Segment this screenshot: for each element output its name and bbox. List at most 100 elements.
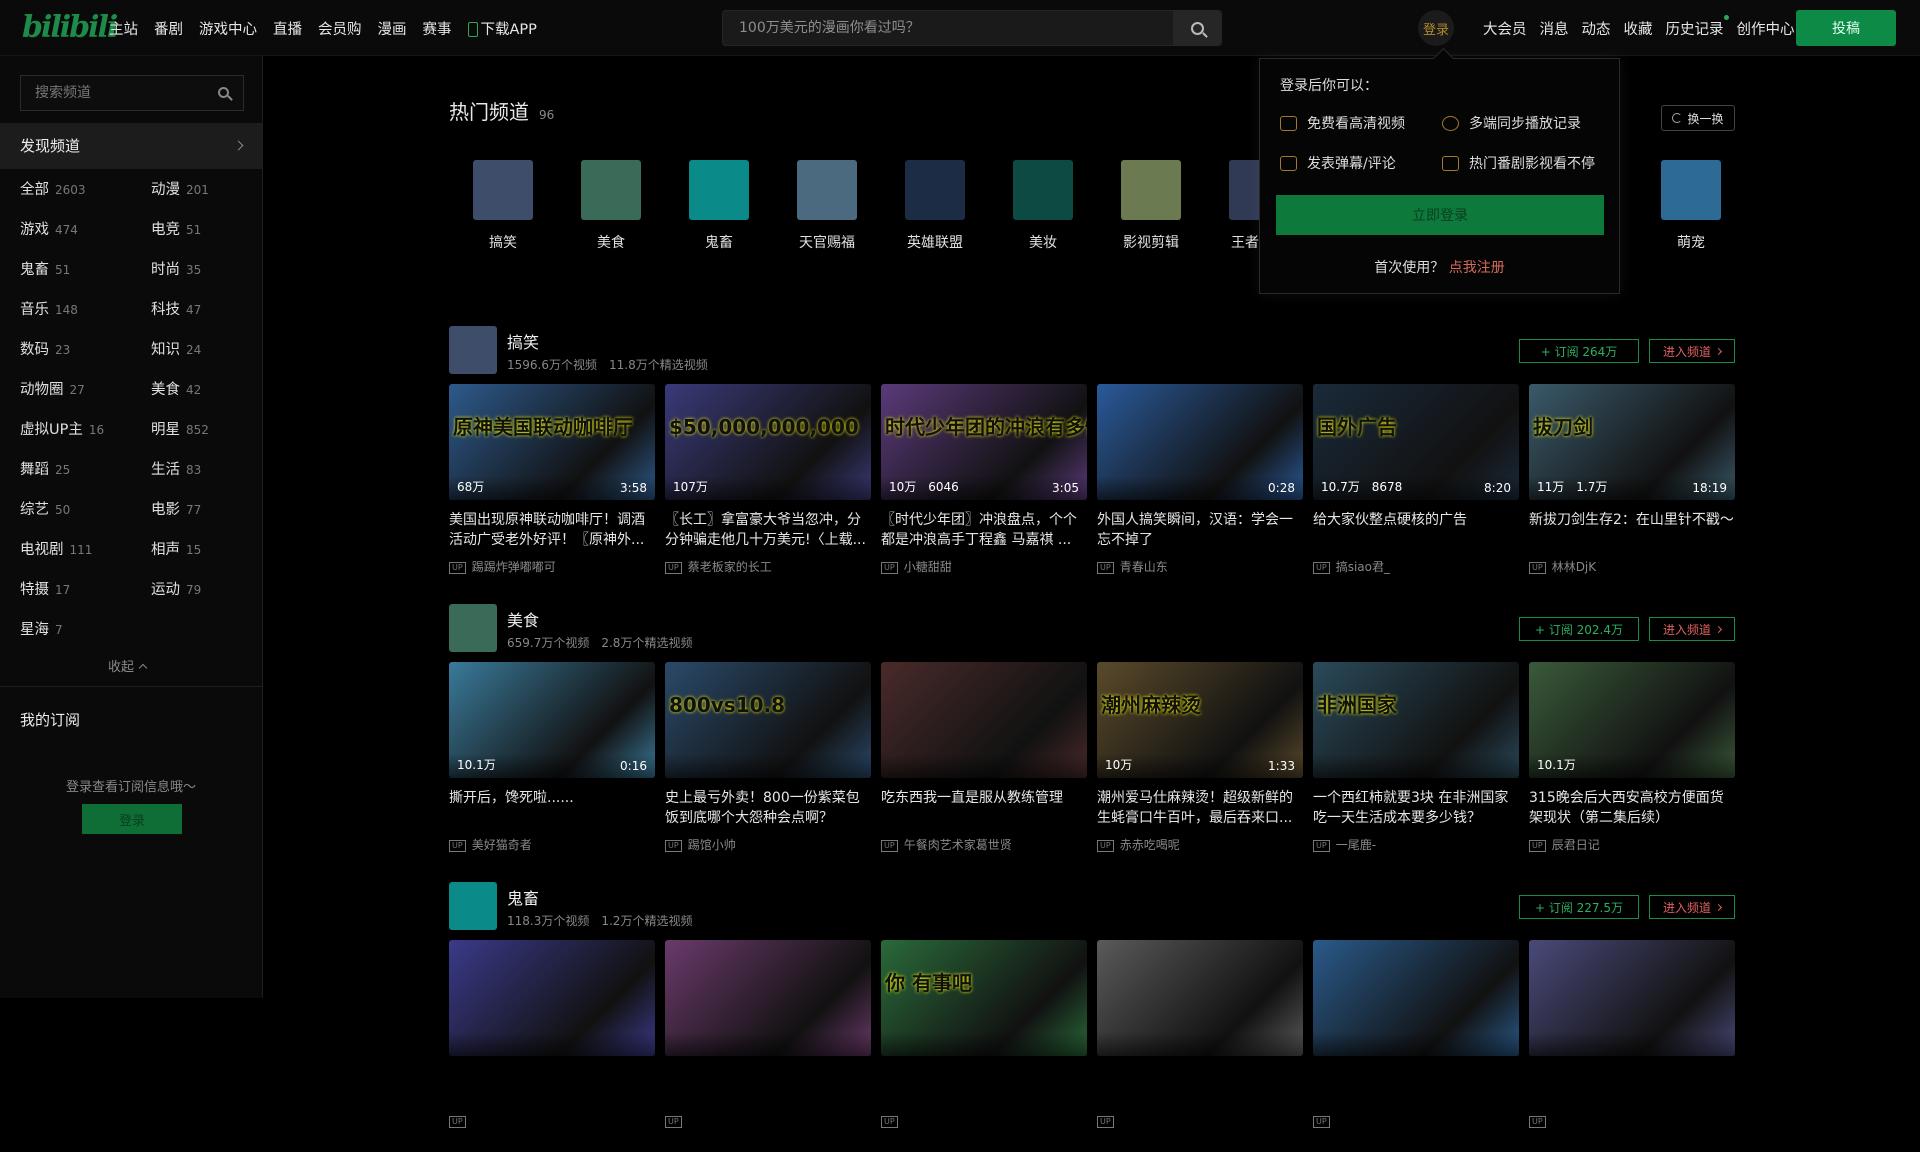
popup-login-button[interactable]: 立即登录	[1276, 195, 1604, 235]
video-uploader[interactable]: UP 林林DjK	[1529, 558, 1735, 575]
video-thumbnail[interactable]: $50,000,000,000 107万	[665, 384, 871, 500]
video-title[interactable]	[881, 1066, 1087, 1106]
nav-dynamics[interactable]: 动态	[1582, 18, 1611, 39]
video-card[interactable]: 非洲国家 一个西红柿就要3块 在非洲国家吃一天生活成本要多少钱？ UP 一尾鹿-	[1313, 662, 1519, 852]
section-title[interactable]: 搞笑	[507, 329, 539, 353]
video-title[interactable]	[1529, 1066, 1735, 1106]
video-title[interactable]: 外国人搞笑瞬间，汉语：学会一忘不掉了	[1097, 510, 1303, 550]
category-item[interactable]: 虚拟UP主 16	[20, 418, 104, 438]
channel-avatar[interactable]	[449, 882, 497, 930]
video-uploader[interactable]: UP	[1529, 1114, 1735, 1128]
search-icon[interactable]	[218, 87, 229, 98]
video-card[interactable]: UP	[1313, 940, 1519, 1128]
video-title[interactable]: 〖时代少年团〗冲浪盘点，个个都是冲浪高手丁程鑫 马嘉祺 ...	[881, 510, 1087, 550]
video-card[interactable]: UP	[1529, 940, 1735, 1128]
video-uploader[interactable]: UP 辰君日记	[1529, 836, 1735, 853]
subscribe-button[interactable]: + 订阅 227.5万	[1519, 895, 1639, 919]
channel-avatar[interactable]	[449, 326, 497, 374]
nav-game-center[interactable]: 游戏中心	[199, 18, 257, 39]
section-title[interactable]: 鬼畜	[507, 885, 539, 909]
video-thumbnail[interactable]	[1097, 940, 1303, 1056]
video-uploader[interactable]: UP 踢馆小帅	[665, 836, 871, 853]
category-item[interactable]: 动漫 201	[151, 178, 209, 198]
video-uploader[interactable]: UP 一尾鹿-	[1313, 836, 1519, 853]
channel-search-input[interactable]	[21, 76, 211, 110]
category-item[interactable]: 时尚 35	[151, 258, 201, 278]
nav-esports[interactable]: 赛事	[423, 18, 452, 39]
post-button[interactable]: 投稿	[1796, 10, 1896, 46]
video-card[interactable]: 10.1万 315晚会后大西安高校方便面货架现状（第二集后续） UP 辰君日记	[1529, 662, 1735, 852]
video-uploader[interactable]: UP 小糖甜甜	[881, 558, 1087, 575]
enter-channel-button[interactable]: 进入频道	[1649, 895, 1735, 919]
video-title[interactable]: 潮州爱马仕麻辣烫！超级新鲜的生蚝膏口牛百叶，最后吞来口...	[1097, 788, 1303, 828]
video-title[interactable]	[1097, 1066, 1303, 1106]
channel-avatar[interactable]	[449, 604, 497, 652]
video-card[interactable]: 800vs10.8 史上最亏外卖！800一份紫菜包饭到底哪个大怨种会点啊？ UP 踢馆…	[665, 662, 871, 852]
video-title[interactable]: 新拔刀剑生存2：在山里针不戳～	[1529, 510, 1735, 550]
video-card[interactable]: 吃东西我一直是服从教练管理 UP 午餐肉艺术家葛世贤	[881, 662, 1087, 852]
video-title[interactable]: 给大家伙整点硬核的广告	[1313, 510, 1519, 550]
video-thumbnail[interactable]	[449, 940, 655, 1056]
category-item[interactable]: 综艺 50	[20, 498, 70, 518]
video-uploader[interactable]: UP 搞siao君_	[1313, 558, 1519, 575]
video-thumbnail[interactable]: 你 有事吧	[881, 940, 1087, 1056]
video-card[interactable]: 时代少年团的冲浪有多怪 10万 6046 3:05 〖时代少年团〗冲浪盘点，个个都是冲…	[881, 384, 1087, 574]
video-uploader[interactable]: UP 蔡老板家的长工	[665, 558, 871, 575]
hot-channel-item[interactable]: 影视剪辑	[1097, 160, 1205, 252]
nav-download-app[interactable]: 下载APP	[467, 18, 537, 39]
video-uploader[interactable]: UP 午餐肉艺术家葛世贤	[881, 836, 1087, 853]
video-thumbnail[interactable]	[1529, 940, 1735, 1056]
video-uploader[interactable]: UP 赤赤吃喝呢	[1097, 836, 1303, 853]
enter-channel-button[interactable]: 进入频道	[1649, 617, 1735, 641]
video-thumbnail[interactable]: 10.1万 0:16	[449, 662, 655, 778]
video-title[interactable]: 一个西红柿就要3块 在非洲国家吃一天生活成本要多少钱？	[1313, 788, 1519, 828]
category-item[interactable]: 鬼畜 51	[20, 258, 70, 278]
nav-creator-center[interactable]: 创作中心	[1737, 18, 1795, 39]
video-title[interactable]: 史上最亏外卖！800一份紫菜包饭到底哪个大怨种会点啊？	[665, 788, 871, 828]
category-item[interactable]: 电视剧 111	[20, 538, 92, 558]
video-card[interactable]: $50,000,000,000 107万 〖长工〗拿富豪大爷当忽冲，分分钟骗走他几十…	[665, 384, 871, 574]
hot-channel-item[interactable]: 英雄联盟	[881, 160, 989, 252]
video-uploader[interactable]: UP 美好猫奇者	[449, 836, 655, 853]
discover-channels[interactable]: 发现频道	[0, 123, 262, 169]
category-item[interactable]: 特摄 17	[20, 578, 70, 598]
video-uploader[interactable]: UP 踢踢炸弹嘟嘟可	[449, 558, 655, 575]
video-uploader[interactable]: UP	[449, 1114, 655, 1128]
video-uploader[interactable]: UP 青春山东	[1097, 558, 1303, 575]
category-item[interactable]: 知识 24	[151, 338, 201, 358]
video-thumbnail[interactable]: 拔刀剑 11万 1.7万 18:19	[1529, 384, 1735, 500]
video-title[interactable]	[449, 1066, 655, 1106]
section-title[interactable]: 美食	[507, 607, 539, 631]
video-card[interactable]: 国外广告 10.7万 8678 8:20 给大家伙整点硬核的广告 UP 搞siao君_	[1313, 384, 1519, 574]
category-item[interactable]: 数码 23	[20, 338, 70, 358]
video-card[interactable]: 10.1万 0:16 撕开后，馋死啦...... UP 美好猫奇者	[449, 662, 655, 852]
video-card[interactable]: UP	[665, 940, 871, 1128]
video-thumbnail[interactable]: 原神美国联动咖啡厅 68万 3:58	[449, 384, 655, 500]
nav-manga[interactable]: 漫画	[378, 18, 407, 39]
category-item[interactable]: 舞蹈 25	[20, 458, 70, 478]
collapse-button[interactable]: 收起	[108, 656, 148, 675]
sidebar-login-button[interactable]: 登录	[82, 804, 182, 834]
video-title[interactable]	[665, 1066, 871, 1106]
video-title[interactable]: 吃东西我一直是服从教练管理	[881, 788, 1087, 828]
nav-main-site[interactable]: 主站	[109, 18, 138, 39]
nav-messages[interactable]: 消息	[1540, 18, 1569, 39]
category-item[interactable]: 相声 15	[151, 538, 201, 558]
nav-vip[interactable]: 大会员	[1483, 18, 1527, 39]
video-title[interactable]	[1313, 1066, 1519, 1106]
category-item[interactable]: 美食 42	[151, 378, 201, 398]
hot-channel-item[interactable]: 鬼畜	[665, 160, 773, 252]
video-thumbnail[interactable]	[665, 940, 871, 1056]
category-item[interactable]: 明星 852	[151, 418, 209, 438]
subscribe-button[interactable]: + 订阅 264万	[1519, 339, 1639, 363]
video-title[interactable]: 美国出现原神联动咖啡厅！调酒活动广受老外好评！〖原神外...	[449, 510, 655, 550]
category-item[interactable]: 星海 7	[20, 618, 63, 638]
nav-favorites[interactable]: 收藏	[1624, 18, 1653, 39]
video-card[interactable]: 你 有事吧 UP	[881, 940, 1087, 1128]
video-uploader[interactable]: UP	[665, 1114, 871, 1128]
video-uploader[interactable]: UP	[1313, 1114, 1519, 1128]
nav-member-shop[interactable]: 会员购	[318, 18, 362, 39]
hot-channel-item[interactable]: 美食	[557, 160, 665, 252]
video-card[interactable]: 潮州麻辣烫 10万 1:33 潮州爱马仕麻辣烫！超级新鲜的生蚝膏口牛百叶，最后吞来口.…	[1097, 662, 1303, 852]
nav-history[interactable]: 历史记录	[1666, 14, 1729, 39]
